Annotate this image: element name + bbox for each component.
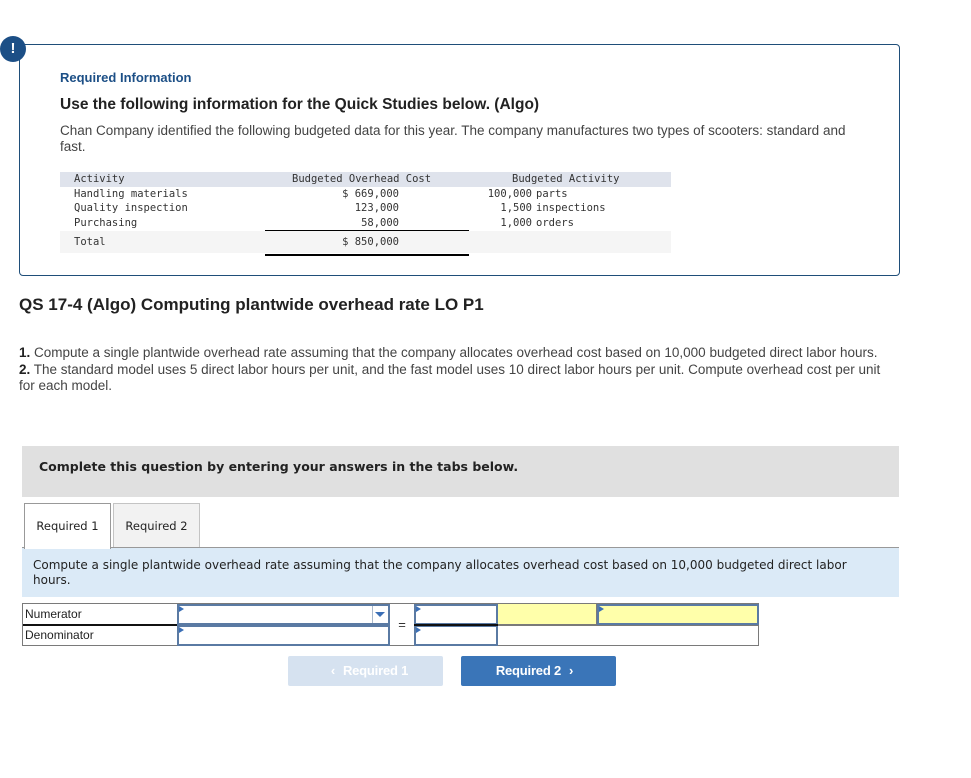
activity-quantity: 1,000 xyxy=(500,216,532,229)
alert-icon: ! xyxy=(0,36,26,62)
next-button-label: Required 2 xyxy=(495,663,562,678)
total-label: Total xyxy=(74,236,106,248)
numerator-label: Numerator xyxy=(25,607,82,621)
result-input[interactable] xyxy=(597,604,759,625)
question-title: QS 17-4 (Algo) Computing plantwide overh… xyxy=(19,295,484,314)
numerator-value-input[interactable] xyxy=(414,604,498,625)
required-information-card: Required Information Use the following i… xyxy=(19,44,900,276)
table-row: Quality inspection 123,000 1,500 inspect… xyxy=(60,201,671,216)
table-header-row: Activity Budgeted Overhead Cost Budgeted… xyxy=(60,172,671,187)
denominator-label: Denominator xyxy=(25,628,94,642)
activity-quantity: 100,000 xyxy=(487,187,532,200)
header-overhead-cost: Budgeted Overhead Cost xyxy=(292,173,432,185)
tab-required-2[interactable]: Required 2 xyxy=(113,503,200,548)
table-row: Purchasing 58,000 1,000 orders xyxy=(60,216,671,231)
numerator-select[interactable] xyxy=(177,604,390,625)
activity-unit: inspections xyxy=(536,202,606,214)
activity-name: Purchasing xyxy=(74,216,138,229)
result-label-cell xyxy=(498,604,597,625)
info-heading: Use the following information for the Qu… xyxy=(60,96,540,113)
overhead-cost: $ 669,000 xyxy=(342,187,399,200)
activity-quantity: 1,500 xyxy=(500,202,532,214)
overhead-cost: 123,000 xyxy=(354,202,399,214)
tab-prompt-text: Compute a single plantwide overhead rate… xyxy=(33,558,847,587)
instruction-number: 2. xyxy=(19,361,31,377)
dropdown-separator xyxy=(372,606,373,623)
total-cost: $ 850,000 xyxy=(342,236,399,248)
subtotal-rule xyxy=(265,230,469,231)
complete-question-banner: Complete this question by entering your … xyxy=(22,446,899,497)
table-row: Handling materials $ 669,000 100,000 par… xyxy=(60,187,671,202)
required-information-label: Required Information xyxy=(60,70,192,85)
budget-data-table: Activity Budgeted Overhead Cost Budgeted… xyxy=(60,172,671,256)
activity-unit: parts xyxy=(536,187,568,200)
grid-row-divider xyxy=(498,625,759,626)
activity-unit: orders xyxy=(536,216,574,229)
instruction-item: 1. Compute a single plantwide overhead r… xyxy=(19,345,899,362)
header-budgeted-activity: Budgeted Activity xyxy=(512,173,620,185)
info-text: Chan Company identified the following bu… xyxy=(60,123,846,154)
equals-sign: = xyxy=(398,617,406,632)
instruction-item: 2. The standard model uses 5 direct labo… xyxy=(19,362,899,395)
question-instructions: 1. Compute a single plantwide overhead r… xyxy=(19,345,899,395)
complete-question-text: Complete this question by entering your … xyxy=(39,459,519,474)
instruction-text: Compute a single plantwide overhead rate… xyxy=(30,345,878,360)
fraction-line xyxy=(414,624,498,626)
instruction-text: The standard model uses 5 direct labor h… xyxy=(19,361,881,394)
header-activity: Activity xyxy=(74,173,125,185)
activity-name: Quality inspection xyxy=(74,202,188,214)
previous-button-label: Required 1 xyxy=(342,663,409,678)
chevron-left-icon: ‹ xyxy=(330,663,335,678)
overhead-cost: 58,000 xyxy=(361,216,399,229)
tab-required-1[interactable]: Required 1 xyxy=(24,503,111,549)
label-divider xyxy=(23,624,178,626)
denominator-input[interactable] xyxy=(177,625,390,646)
previous-required-button[interactable]: ‹ Required 1 xyxy=(288,656,443,686)
activity-name: Handling materials xyxy=(74,187,188,200)
table-total-row: Total $ 850,000 xyxy=(60,231,671,253)
denominator-value-input[interactable] xyxy=(414,625,498,646)
chevron-down-icon[interactable] xyxy=(375,612,385,617)
total-double-rule xyxy=(265,254,469,256)
rate-answer-grid: Numerator Denominator = xyxy=(22,603,759,646)
instruction-number: 1. xyxy=(19,345,31,360)
tab-prompt-box: Compute a single plantwide overhead rate… xyxy=(22,548,899,597)
chevron-right-icon: › xyxy=(569,663,574,678)
next-required-button[interactable]: Required 2 › xyxy=(461,656,616,686)
